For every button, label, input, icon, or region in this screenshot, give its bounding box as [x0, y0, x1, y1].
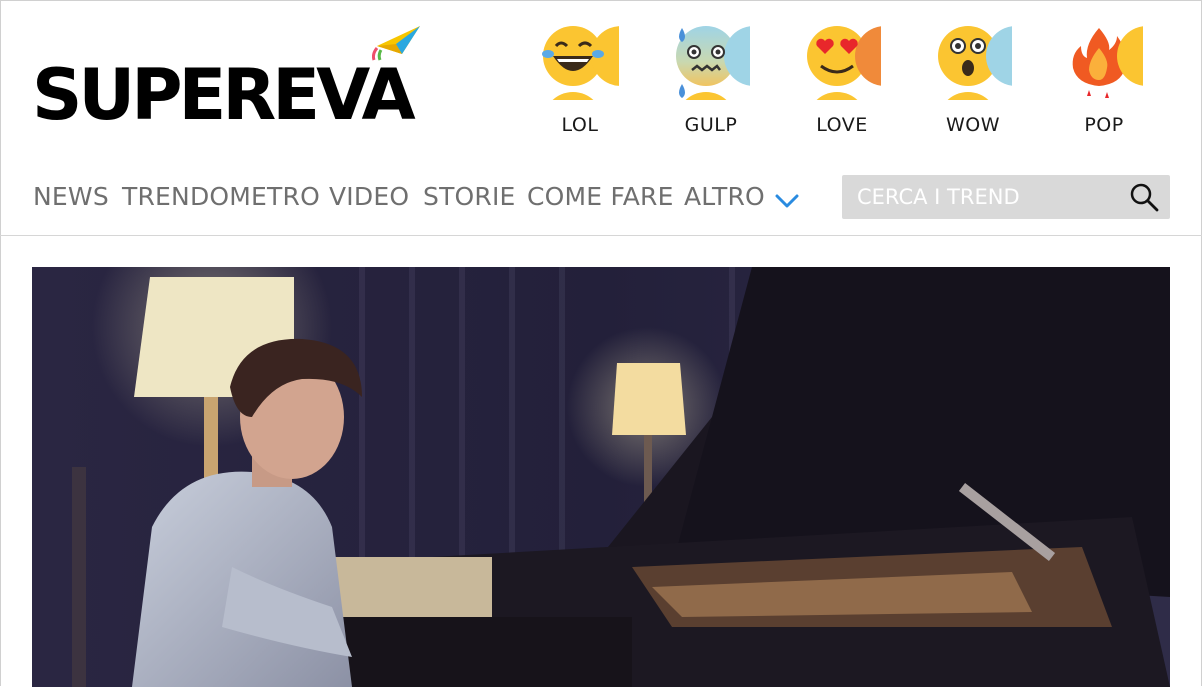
reaction-love[interactable]: LOVE — [802, 24, 882, 144]
nav-item-come-fare[interactable]: COME FARE — [527, 182, 674, 211]
superEva-logo[interactable]: SUPEREVA — [32, 24, 442, 134]
laughing-face-icon — [542, 26, 619, 100]
reaction-lol[interactable]: LOL — [540, 24, 620, 144]
anxious-sweat-face-icon — [676, 26, 750, 100]
nav-item-news[interactable]: NEWS — [33, 182, 109, 211]
reaction-pop[interactable]: POP — [1064, 24, 1144, 144]
reaction-label: GULP — [684, 114, 738, 136]
surprised-face-icon — [938, 26, 1012, 100]
piano-player-photo — [32, 267, 1170, 687]
chevron-down-icon[interactable] — [775, 193, 799, 209]
logo-wordmark: SUPEREVA — [32, 54, 416, 136]
nav-item-trendometro[interactable]: TRENDOMETRO — [122, 182, 320, 211]
nav-item-storie[interactable]: STORIE — [423, 182, 516, 211]
header-divider — [0, 235, 1202, 236]
search-bar — [842, 175, 1170, 219]
search-icon[interactable] — [1128, 181, 1160, 213]
search-input[interactable] — [842, 175, 1112, 219]
reactions-bar: LOL GULP LOVE WOW POP — [540, 24, 1180, 144]
hero-image[interactable] — [32, 267, 1170, 687]
reaction-label: LOL — [561, 114, 599, 136]
nav-item-video[interactable]: VIDEO — [329, 182, 409, 211]
reaction-label: LOVE — [816, 114, 868, 136]
reaction-label: POP — [1084, 114, 1124, 136]
reaction-gulp[interactable]: GULP — [671, 24, 751, 144]
reaction-wow[interactable]: WOW — [933, 24, 1013, 144]
reaction-label: WOW — [945, 114, 1001, 136]
nav-item-altro[interactable]: ALTRO — [684, 182, 765, 211]
fire-icon — [1072, 26, 1143, 98]
heart-eyes-face-icon — [807, 26, 881, 100]
